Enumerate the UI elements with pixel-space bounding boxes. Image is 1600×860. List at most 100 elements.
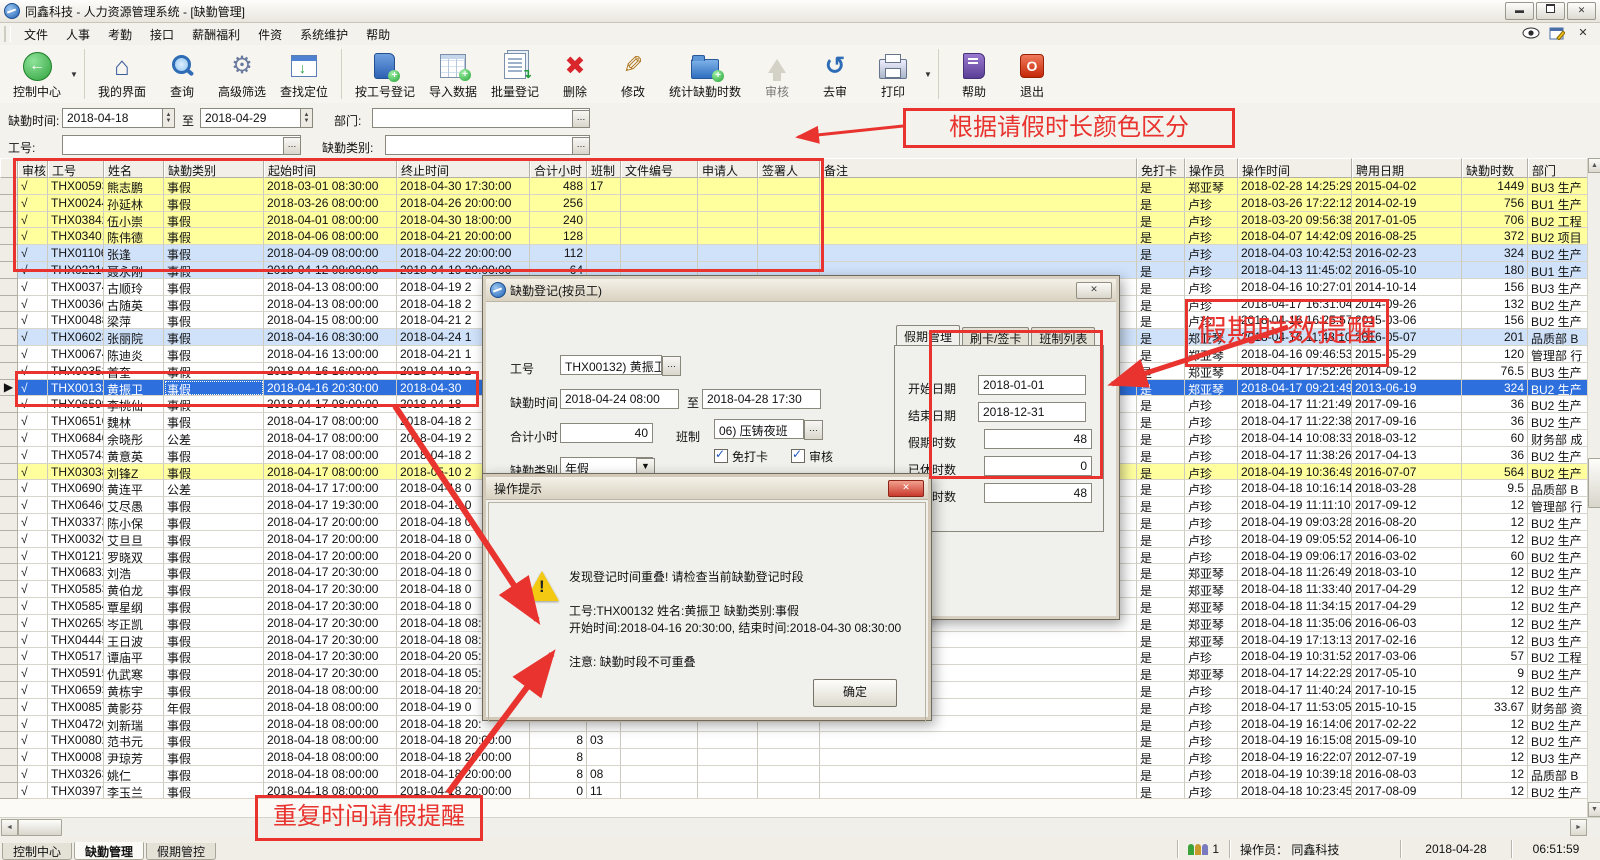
nocard-checkbox[interactable]: 免打卡: [714, 448, 768, 465]
cell: 2018-04-17 20:30:00: [264, 615, 397, 632]
table-row[interactable]: √THX00802范书元事假2018-04-18 08:00:002018-04…: [0, 732, 1588, 749]
emp-input[interactable]: THX00132) 黄振卫: [560, 355, 662, 375]
dropdown-arrow-icon[interactable]: ▼: [924, 70, 932, 79]
column-header-操作员[interactable]: 操作员: [1185, 158, 1238, 178]
toolbar-button-统计缺勤时数[interactable]: +统计缺勤时数: [662, 45, 748, 103]
dialog-tab-刷卡/签卡[interactable]: 刷卡/签卡: [962, 327, 1029, 347]
cell: 2017-03-06: [1352, 648, 1462, 665]
column-header-免打卡[interactable]: 免打卡: [1137, 158, 1185, 178]
menu-item-5[interactable]: 件资: [249, 26, 291, 44]
close-view-icon[interactable]: ✕: [1574, 26, 1592, 42]
cell: 事假: [164, 245, 264, 262]
menu-item-3[interactable]: 接口: [141, 26, 183, 44]
toolbar-button-批量登记[interactable]: ↴批量登记: [484, 45, 546, 103]
minimize-button[interactable]: ▬: [1505, 2, 1534, 20]
table-row[interactable]: √THX03842伍小崇事假2018-04-01 08:00:002018-04…: [0, 212, 1588, 229]
toolbar-button-查询[interactable]: 查询: [153, 45, 211, 103]
column-header-indicator[interactable]: [0, 158, 18, 178]
toolbar-button-导入数据[interactable]: +导入数据: [422, 45, 484, 103]
table-row[interactable]: √THX03401陈伟德事假2018-04-06 08:00:002018-04…: [0, 228, 1588, 245]
column-header-终止时间[interactable]: 终止时间: [397, 158, 530, 178]
vertical-scrollbar[interactable]: ▲ ▼: [1587, 158, 1600, 817]
empid-browse-button[interactable]: …: [283, 137, 301, 155]
menu-item-0[interactable]: 文件: [15, 26, 57, 44]
column-header-起始时间[interactable]: 起始时间: [264, 158, 397, 178]
column-header-姓名[interactable]: 姓名: [104, 158, 164, 178]
column-header-合计小时[interactable]: 合计小时: [530, 158, 587, 178]
holiday-input-开始日期[interactable]: 2018-01-01: [978, 375, 1086, 395]
cell: [0, 514, 18, 531]
menu-item-6[interactable]: 系统维护: [291, 26, 357, 44]
table-row[interactable]: √THX00087尹琼芳事假2018-04-18 08:00:002018-04…: [0, 749, 1588, 766]
abstype-browse-button[interactable]: …: [572, 137, 590, 155]
abs-to-input[interactable]: 2018-04-28 17:30: [702, 389, 821, 409]
table-row[interactable]: √THX00244孙延林事假2018-03-26 08:00:002018-04…: [0, 195, 1588, 212]
date-from-spinner[interactable]: ▲▼: [162, 108, 175, 128]
dialog-close-icon[interactable]: ✕: [1076, 282, 1112, 299]
menu-item-1[interactable]: 人事: [57, 26, 99, 44]
toolbar-button-去审[interactable]: ↺去审: [806, 45, 864, 103]
menu-item-7[interactable]: 帮助: [357, 26, 399, 44]
dropdown-arrow-icon[interactable]: ▼: [70, 70, 78, 79]
preview-eye-icon[interactable]: [1522, 26, 1540, 42]
bottom-tab-假期管控[interactable]: 假期管控: [146, 843, 216, 860]
column-header-班制[interactable]: 班制: [587, 158, 621, 178]
date-to-spinner[interactable]: ▲▼: [300, 108, 313, 128]
close-button[interactable]: ✕: [1567, 2, 1596, 20]
column-header-备注[interactable]: 备注: [820, 158, 1137, 178]
alert-close-icon[interactable]: ✕: [888, 480, 924, 497]
column-header-签署人[interactable]: 签署人: [758, 158, 820, 178]
toolbar-button-控制中心[interactable]: ←控制中心: [6, 45, 68, 103]
dept-input[interactable]: [372, 108, 590, 128]
toolbar-button-按工号登记[interactable]: +按工号登记: [348, 45, 422, 103]
shift-input[interactable]: 06) 压铸夜班: [714, 419, 804, 439]
holiday-input-剩余时数[interactable]: 48: [984, 483, 1092, 503]
bottom-tab-控制中心[interactable]: 控制中心: [2, 843, 72, 860]
shift-browse-button[interactable]: …: [804, 420, 823, 440]
column-header-工号[interactable]: 工号: [48, 158, 104, 178]
toolbar-button-帮助[interactable]: 帮助: [945, 45, 1003, 103]
table-row[interactable]: √THX01106张逢事假2018-04-09 08:00:002018-04-…: [0, 245, 1588, 262]
holiday-input-结束日期[interactable]: 2018-12-31: [978, 402, 1086, 422]
holiday-input-已休时数[interactable]: 0: [984, 456, 1092, 476]
column-header-审核[interactable]: 审核: [18, 158, 48, 178]
date-from-input[interactable]: 2018-04-18: [62, 108, 163, 128]
emp-browse-button[interactable]: …: [662, 356, 681, 376]
horizontal-scrollbar[interactable]: ◄ ►: [0, 817, 1600, 838]
menu-item-2[interactable]: 考勤: [99, 26, 141, 44]
restore-button[interactable]: [1536, 2, 1565, 20]
column-header-缺勤类别[interactable]: 缺勤类别: [164, 158, 264, 178]
edit-note-icon[interactable]: [1548, 26, 1566, 42]
alert-title-bar[interactable]: 操作提示 ✕: [486, 477, 928, 500]
date-to-input[interactable]: 2018-04-29: [200, 108, 301, 128]
toolbar-button-查找定位[interactable]: 查找定位: [273, 45, 335, 103]
column-header-文件编号[interactable]: 文件编号: [621, 158, 698, 178]
menu-item-4[interactable]: 薪酬福利: [183, 26, 249, 44]
toolbar-button-打印[interactable]: 打印: [864, 45, 922, 103]
toolbar-button-修改[interactable]: ✎修改: [604, 45, 662, 103]
column-header-操作时间[interactable]: 操作时间: [1238, 158, 1352, 178]
ok-button[interactable]: 确定: [813, 679, 897, 707]
cell: THX03401: [48, 228, 104, 245]
holiday-input-假期时数[interactable]: 48: [984, 429, 1092, 449]
toolbar-button-我的界面[interactable]: ⌂我的界面: [91, 45, 153, 103]
toolbar-button-高级筛选[interactable]: ⚙高级筛选: [211, 45, 273, 103]
audit-checkbox[interactable]: 审核: [791, 448, 833, 465]
dialog-tab-班制列表[interactable]: 班制列表: [1031, 327, 1095, 347]
dialog-title-bar[interactable]: 缺勤登记(按员工) ✕: [486, 279, 1116, 302]
column-header-缺勤时数[interactable]: 缺勤时数: [1462, 158, 1528, 178]
column-header-申请人[interactable]: 申请人: [698, 158, 758, 178]
toolbar-button-删除[interactable]: ✖删除: [546, 45, 604, 103]
abstype-input[interactable]: [385, 135, 590, 155]
hours-input[interactable]: 40: [560, 423, 653, 443]
table-row[interactable]: √THX00593熊志鹏事假2018-03-01 08:30:002018-04…: [0, 178, 1588, 195]
abs-from-input[interactable]: 2018-04-24 08:00: [560, 389, 679, 409]
empid-input[interactable]: [62, 135, 301, 155]
column-header-部门[interactable]: 部门: [1528, 158, 1588, 178]
column-header-聘用日期[interactable]: 聘用日期: [1352, 158, 1462, 178]
table-row[interactable]: √THX03263姚仁事假2018-04-18 08:00:002018-04-…: [0, 766, 1588, 783]
dept-browse-button[interactable]: …: [572, 110, 590, 128]
table-row[interactable]: √THX03977李玉兰事假2018-04-18 08:00:002018-04…: [0, 783, 1588, 800]
bottom-tab-缺勤管理[interactable]: 缺勤管理: [74, 842, 144, 860]
toolbar-button-退出[interactable]: O退出: [1003, 45, 1061, 103]
